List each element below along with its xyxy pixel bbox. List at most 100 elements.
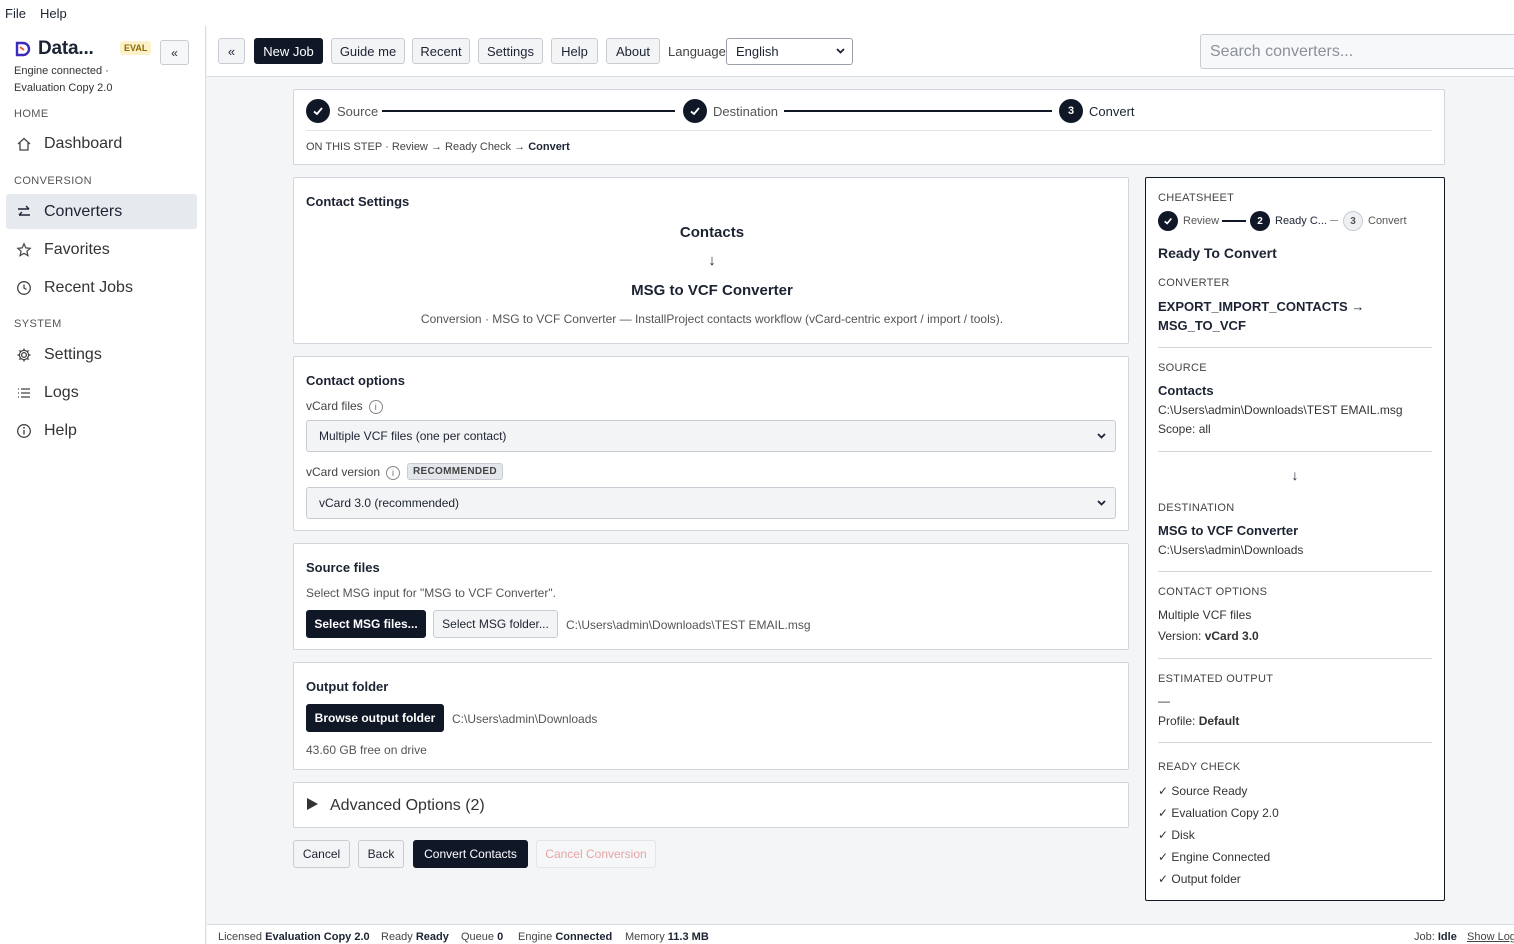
mini-step-ready-label: Ready C... [1275, 215, 1327, 227]
sidebar-item-dashboard[interactable]: Dashboard [6, 126, 197, 161]
status-queue: Queue 0 [461, 931, 503, 943]
sidebar-item-label: Favorites [44, 240, 110, 258]
search-input[interactable]: Search converters... [1200, 34, 1514, 69]
destination-path: C:\Users\admin\Downloads [1158, 543, 1304, 557]
profile-row: Profile: Default [1158, 712, 1239, 731]
guide-me-button[interactable]: Guide me [331, 38, 405, 64]
sub-step-ready-check: Ready Check [445, 141, 512, 153]
profile-label: Profile: [1158, 714, 1196, 728]
new-job-button[interactable]: New Job [254, 38, 323, 64]
ready-check-item: ✓ Output folder [1158, 872, 1241, 886]
language-value: English [736, 44, 779, 59]
sidebar-item-label: Recent Jobs [44, 278, 133, 296]
status-bar: Licensed Evaluation Copy 2.0 Ready Ready… [207, 924, 1514, 944]
version-label: Version: [1158, 629, 1202, 643]
help-button[interactable]: Help [551, 38, 598, 64]
engine-status: Engine connected · Evaluation Copy 2.0 [14, 63, 112, 97]
on-this-step-label: ON THIS STEP [306, 141, 383, 153]
recommended-badge: RECOMMENDED [407, 463, 503, 480]
brand-name: Data... [38, 38, 94, 59]
sidebar-item-help[interactable]: Help [6, 413, 197, 448]
panel-title: Contact Settings [306, 194, 410, 209]
status-memory-label: Memory [625, 931, 665, 943]
status-ready-value: Ready [415, 931, 449, 943]
step-destination-check-icon [683, 99, 707, 123]
recent-button[interactable]: Recent [412, 38, 470, 64]
search-placeholder: Search converters... [1210, 42, 1354, 60]
cancel-button[interactable]: Cancel [293, 840, 350, 868]
mini-step-connector [1222, 220, 1246, 222]
status-engine: Engine Connected [518, 931, 612, 943]
settings-button[interactable]: Settings [478, 38, 543, 64]
version-row: Version: vCard 3.0 [1158, 627, 1259, 646]
contact-options-label: CONTACT OPTIONS [1158, 586, 1268, 598]
mini-step-review-check-icon [1158, 211, 1178, 231]
wizard-stepper: Source Destination 3 Convert ON THIS STE… [293, 89, 1445, 165]
sidebar-item-logs[interactable]: Logs [6, 375, 197, 410]
toolbar-collapse-button[interactable]: « [218, 38, 245, 64]
estimated-output-value: — [1158, 694, 1170, 708]
sidebar-item-label: Logs [44, 383, 79, 401]
contact-settings-panel: Contact Settings Contacts ↓ MSG to VCF C… [293, 177, 1129, 344]
toolbar: « New Job Guide me Recent Settings Help … [207, 26, 1514, 77]
sub-step-review: Review [391, 141, 428, 153]
step-source-label: Source [337, 104, 379, 119]
about-button[interactable]: About [606, 38, 660, 64]
select-msg-files-button[interactable]: Select MSG files... [306, 610, 426, 638]
mini-step-review-label: Review [1183, 215, 1220, 227]
version-value: vCard 3.0 [1204, 629, 1259, 643]
source-name: Contacts [1158, 383, 1214, 398]
status-job: Job: Idle [1414, 931, 1457, 943]
source-hint: Select MSG input for "MSG to VCF Convert… [306, 586, 556, 600]
step-connector [784, 110, 1052, 112]
sidebar-collapse-button[interactable]: « [160, 40, 189, 65]
sidebar-item-converters[interactable]: Converters [6, 194, 197, 229]
status-licensed-value: Evaluation Copy 2.0 [265, 931, 370, 943]
sidebar: Data... EVAL « Engine connected · Evalua… [0, 26, 206, 944]
sidebar-item-favorites[interactable]: Favorites [6, 232, 197, 267]
sidebar-item-label: Settings [44, 345, 102, 363]
mini-step-ready-number: 2 [1250, 211, 1270, 231]
info-icon [16, 423, 32, 439]
converter-value-2: MSG_TO_VCF [1158, 318, 1246, 333]
mini-step-convert-label: Convert [1368, 215, 1407, 227]
menu-help[interactable]: Help [40, 6, 67, 21]
sidebar-item-settings[interactable]: Settings [6, 337, 197, 372]
menu-file[interactable]: File [5, 6, 26, 21]
sidebar-item-label: Dashboard [44, 134, 123, 152]
select-msg-folder-button[interactable]: Select MSG folder... [433, 610, 558, 638]
sidebar-item-recent-jobs[interactable]: Recent Jobs [6, 270, 197, 305]
ready-check-item: ✓ Engine Connected [1158, 850, 1271, 864]
show-log-link[interactable]: Show Log [1467, 931, 1514, 943]
source-scope: Scope: all [1158, 422, 1211, 436]
mini-step-connector [1330, 220, 1338, 221]
converter-value: EXPORT_IMPORT_CONTACTS → [1158, 299, 1365, 314]
status-job-value: Idle [1437, 931, 1457, 943]
swap-icon [16, 204, 32, 220]
convert-contacts-button[interactable]: Convert Contacts [413, 840, 528, 868]
advanced-options-toggle[interactable]: Advanced Options (2) [293, 782, 1129, 828]
chevron-down-icon [835, 45, 846, 59]
status-job-label: Job: [1414, 931, 1435, 943]
estimated-output-label: ESTIMATED OUTPUT [1158, 673, 1274, 685]
info-icon[interactable]: i [368, 399, 383, 414]
source-label: SOURCE [1158, 362, 1207, 374]
status-engine-label: Engine [518, 931, 553, 943]
nav-section-system: SYSTEM [14, 318, 62, 330]
vcard-version-select[interactable]: vCard 3.0 (recommended) [306, 487, 1116, 519]
info-icon[interactable]: i [386, 465, 401, 480]
ready-check-item: ✓ Evaluation Copy 2.0 [1158, 806, 1279, 820]
browse-output-folder-button[interactable]: Browse output folder [306, 704, 444, 732]
status-queue-value: 0 [497, 931, 504, 943]
cancel-conversion-button[interactable]: Cancel Conversion [536, 840, 656, 868]
clock-icon [16, 280, 32, 296]
converter-label: CONVERTER [1158, 277, 1230, 289]
contact-options-files: Multiple VCF files [1158, 608, 1252, 622]
vcard-version-label: vCard version [306, 465, 381, 479]
conversion-description: Conversion · MSG to VCF Converter — Inst… [420, 312, 1004, 326]
panel-title: Contact options [306, 373, 405, 388]
brand-logo-icon [14, 40, 32, 58]
vcard-files-select[interactable]: Multiple VCF files (one per contact) [306, 420, 1116, 452]
language-select[interactable]: English [726, 38, 853, 65]
back-button[interactable]: Back [358, 840, 404, 868]
